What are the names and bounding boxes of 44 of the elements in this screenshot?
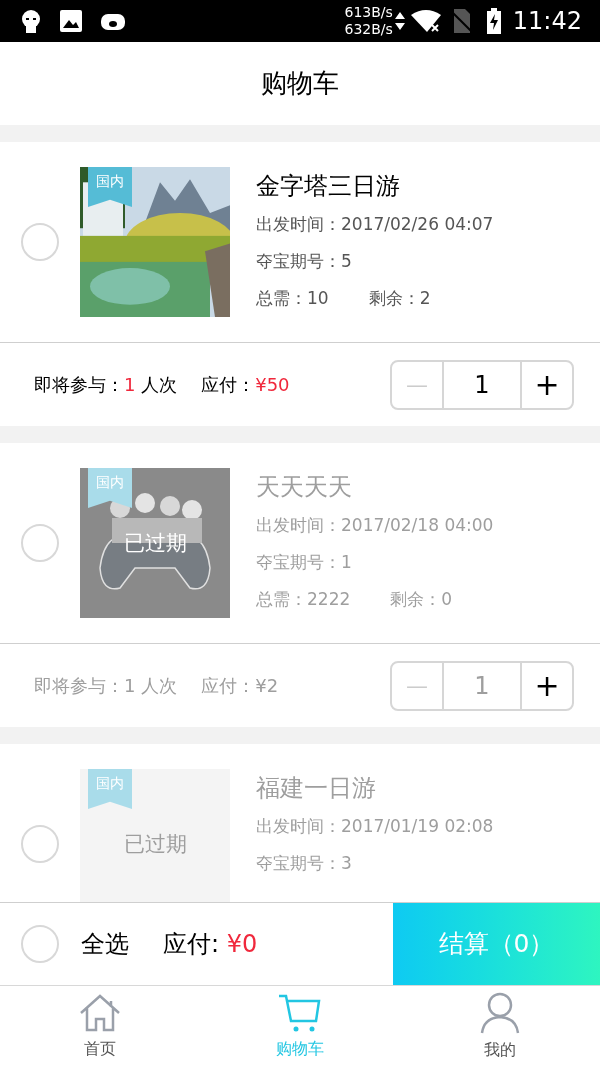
- pay-text: 应付：¥2: [201, 674, 279, 698]
- home-icon: [79, 992, 121, 1033]
- remaining-count: 剩余：2: [368, 287, 431, 310]
- departure-time: 出发时间：2017/02/18 04:00: [256, 514, 494, 537]
- select-radio[interactable]: [21, 223, 59, 261]
- item-title: 天天天天: [256, 472, 353, 503]
- participate-text: 即将参与：1 人次: [34, 674, 178, 698]
- upload-speed: 613B/s: [344, 4, 393, 21]
- clock-time: 11:42: [512, 6, 582, 37]
- tab-item[interactable]: 我的: [400, 986, 600, 1067]
- select-radio[interactable]: [21, 825, 59, 863]
- quantity-value: 1: [442, 662, 522, 709]
- cart-icon: [278, 992, 322, 1033]
- tab-item[interactable]: 首页: [0, 986, 200, 1067]
- page-title: 购物车: [261, 67, 339, 100]
- pay-text: 应付：¥50: [201, 373, 290, 397]
- total-pay-text: 应付: ¥0: [163, 929, 258, 960]
- period-number: 夺宝期号：1: [256, 551, 353, 574]
- item-title: 福建一日游: [256, 773, 377, 804]
- period-number: 夺宝期号：5: [256, 250, 353, 273]
- wifi-off-icon: [410, 9, 441, 33]
- tag-ribbon: 国内: [88, 468, 132, 508]
- user-icon: [480, 991, 520, 1034]
- tag-ribbon: 国内: [88, 167, 132, 207]
- quantity-value: 1: [442, 361, 522, 408]
- total-needed: 总需：10: [256, 287, 329, 310]
- total-needed: 总需：2222: [256, 588, 351, 611]
- plus-button[interactable]: +: [522, 361, 572, 408]
- departure-time: 出发时间：2017/01/19 02:08: [256, 815, 494, 838]
- select-all-label[interactable]: 全选: [81, 926, 129, 962]
- item-title: 金字塔三日游: [256, 171, 401, 202]
- participate-text: 即将参与：1 人次: [34, 373, 178, 397]
- plus-button[interactable]: +: [522, 662, 572, 709]
- battery-charging-icon: [486, 8, 501, 34]
- expired-label: 已过期: [122, 530, 188, 557]
- expired-label: 已过期: [122, 831, 188, 858]
- select-radio[interactable]: [21, 925, 59, 963]
- image-icon: [60, 10, 82, 32]
- departure-time: 出发时间：2017/02/26 04:07: [256, 213, 494, 236]
- select-radio[interactable]: [21, 524, 59, 562]
- period-number: 夺宝期号：3: [256, 852, 353, 875]
- tag-ribbon: 国内: [88, 769, 132, 809]
- remaining-count: 剩余：0: [390, 588, 453, 611]
- download-speed: 632B/s: [344, 21, 393, 38]
